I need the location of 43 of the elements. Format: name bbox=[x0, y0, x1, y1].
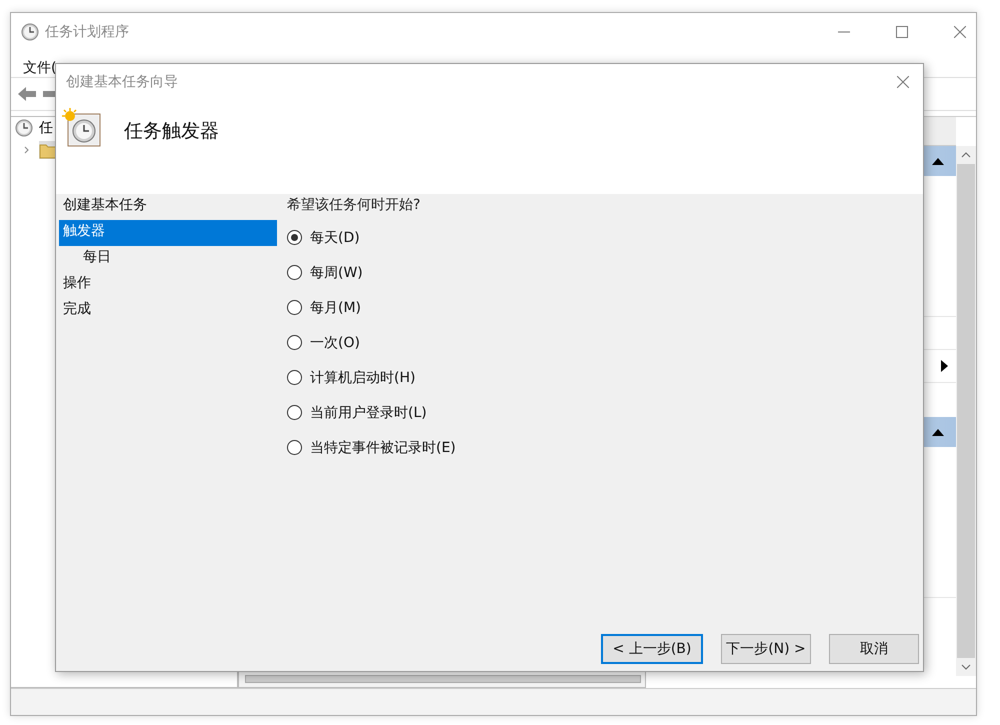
maximize-icon[interactable] bbox=[896, 26, 908, 38]
close-icon[interactable] bbox=[954, 26, 966, 38]
radio-button[interactable] bbox=[287, 405, 302, 420]
radio-label[interactable]: 当特定事件被记录时(E) bbox=[310, 438, 456, 456]
wizard-button[interactable]: < 上一步(B) bbox=[601, 634, 703, 664]
wizard-button[interactable]: 下一步(N) > bbox=[721, 634, 811, 664]
radio-button[interactable] bbox=[287, 265, 302, 280]
scroll-up-icon[interactable] bbox=[961, 152, 971, 158]
wizard-button[interactable]: 取消 bbox=[829, 634, 919, 664]
calendar-clock-icon bbox=[62, 108, 102, 148]
radio-label[interactable]: 每周(W) bbox=[310, 264, 363, 282]
radio-button[interactable] bbox=[287, 300, 302, 315]
radio-label[interactable]: 每天(D) bbox=[310, 228, 360, 246]
chevron-right-icon[interactable] bbox=[23, 146, 31, 154]
radio-button[interactable] bbox=[287, 230, 302, 245]
collapse-arrow-icon[interactable] bbox=[932, 158, 944, 164]
wizard-step[interactable]: 创建基本任务 bbox=[59, 194, 277, 220]
collapse-arrow-icon[interactable] bbox=[932, 428, 944, 436]
tree-item[interactable]: 任 bbox=[39, 119, 53, 137]
clock-icon bbox=[15, 119, 33, 137]
menu-item[interactable]: 文件( bbox=[23, 59, 56, 77]
scrollbar[interactable] bbox=[956, 146, 976, 676]
radio-label[interactable]: 一次(O) bbox=[310, 334, 360, 352]
window-title: 任务计划程序 bbox=[45, 23, 129, 41]
wizard-step[interactable]: 每日 bbox=[59, 246, 277, 272]
back-arrow-icon[interactable] bbox=[17, 86, 37, 102]
radio-button[interactable] bbox=[287, 370, 302, 385]
dialog-heading: 任务触发器 bbox=[124, 119, 219, 144]
radio-label[interactable]: 计算机启动时(H) bbox=[310, 368, 416, 386]
question-text: 希望该任务何时开始? bbox=[287, 196, 422, 215]
radio-label[interactable]: 每月(M) bbox=[310, 298, 362, 316]
submenu-arrow-icon bbox=[941, 360, 948, 372]
wizard-step[interactable]: 操作 bbox=[59, 272, 277, 298]
wizard-step[interactable]: 触发器 bbox=[59, 220, 277, 246]
dialog-title: 创建基本任务向导 bbox=[66, 73, 178, 91]
close-icon[interactable] bbox=[897, 76, 909, 88]
scroll-down-icon[interactable] bbox=[961, 664, 971, 670]
wizard-step[interactable]: 完成 bbox=[59, 298, 277, 324]
radio-button[interactable] bbox=[287, 335, 302, 350]
clock-icon bbox=[21, 23, 39, 41]
radio-label[interactable]: 当前用户登录时(L) bbox=[310, 404, 427, 422]
scroll-thumb[interactable] bbox=[957, 164, 975, 658]
radio-button[interactable] bbox=[287, 440, 302, 455]
